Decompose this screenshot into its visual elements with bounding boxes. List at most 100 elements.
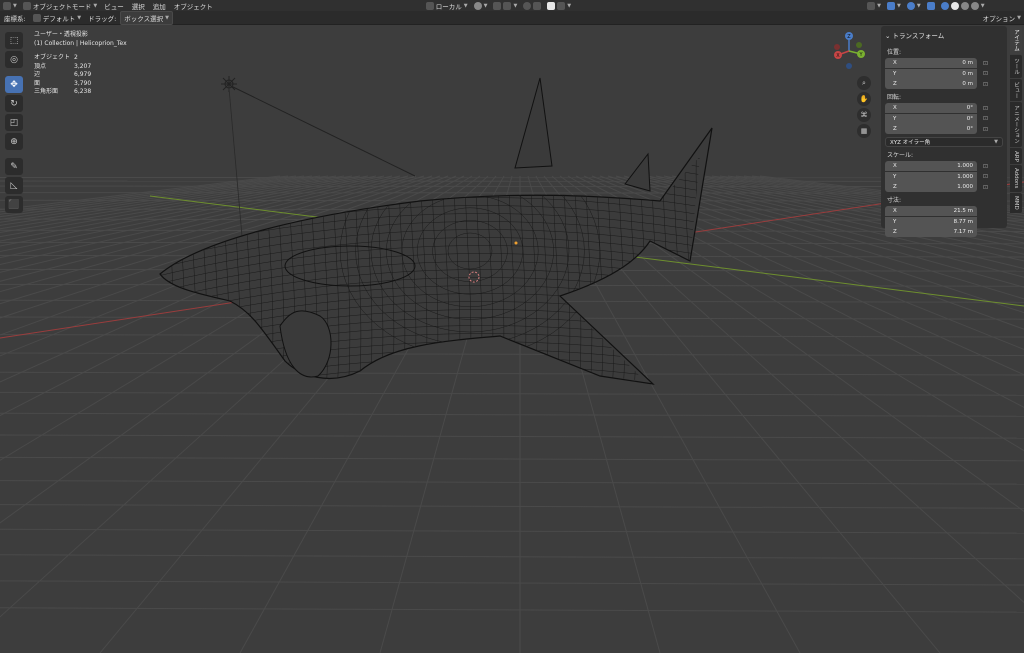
location-z-field[interactable]: Z 0 m xyxy=(885,79,977,89)
navigation-gizmo[interactable]: Z Y X xyxy=(828,30,870,72)
viewport-info-overlay: ユーザー・透視投影 (1) Collection | Helicoprion_T… xyxy=(34,30,127,97)
field-value: 0° xyxy=(966,105,973,111)
pan-button[interactable]: ✋ xyxy=(857,92,871,106)
chevron-down-icon: ▼ xyxy=(994,139,998,145)
editor-type-dropdown[interactable]: ▼ xyxy=(0,1,20,11)
visibility-dropdown[interactable]: ▼ xyxy=(864,1,884,11)
menu-select[interactable]: 選択 xyxy=(128,1,149,11)
rotation-mode-dropdown[interactable]: XYZ オイラー角 ▼ xyxy=(885,137,1003,147)
transform-tool[interactable]: ⊕ xyxy=(5,133,23,150)
dimensions-x-field[interactable]: X 21.5 m xyxy=(885,206,977,216)
add-cube-tool[interactable]: ⬛ xyxy=(5,196,23,213)
axis-label: Y xyxy=(893,173,897,180)
tab-item[interactable]: アイテム xyxy=(1010,26,1022,54)
camera-view-button[interactable]: ⌘ xyxy=(857,108,871,122)
overlay-toggle[interactable]: ▼ xyxy=(904,1,924,11)
tab-view[interactable]: ビュー xyxy=(1010,78,1022,101)
zoom-button[interactable]: ⌕ xyxy=(857,76,871,90)
tab-arp[interactable]: ARP xyxy=(1010,147,1022,165)
cube-add-icon: ⬛ xyxy=(8,199,20,210)
tab-mmd[interactable]: MMD xyxy=(1010,192,1022,213)
tab-tool[interactable]: ツール xyxy=(1010,55,1022,78)
lock-icon[interactable]: ⊡ xyxy=(983,184,993,191)
select-box-tool[interactable]: ⬚ xyxy=(5,32,23,49)
transform-orientation-dropdown[interactable]: ローカル ▼ xyxy=(423,0,471,12)
scale-y-field[interactable]: Y 1.000 xyxy=(885,171,977,182)
panel-title: トランスフォーム xyxy=(892,32,945,40)
scale-z-row: Z 1.000 ⊡ xyxy=(885,182,1003,192)
snap-grid-icon xyxy=(503,1,512,10)
gizmo-neg-y[interactable] xyxy=(856,42,862,48)
lock-icon[interactable]: ⊡ xyxy=(983,81,993,88)
shading-buttons[interactable]: ▼ xyxy=(938,1,988,11)
rotate-tool[interactable]: ↻ xyxy=(5,95,23,112)
rotation-mode-value: XYZ オイラー角 xyxy=(890,140,931,146)
rotation-y-field[interactable]: Y 0° xyxy=(885,113,977,124)
proportional-edit-toggle[interactable] xyxy=(520,1,544,11)
gizmo-neg-z[interactable] xyxy=(846,63,852,69)
snap-toggle[interactable]: ▼ xyxy=(490,1,520,11)
chevron-down-icon: ▼ xyxy=(567,2,572,9)
move-tool[interactable]: ✥ xyxy=(5,76,23,93)
gizmo-toggle[interactable]: ▼ xyxy=(884,1,904,11)
scale-x-field[interactable]: X 1.000 xyxy=(885,161,977,171)
xray-toggle[interactable] xyxy=(924,1,938,11)
chevron-down-icon: ▼ xyxy=(77,14,82,21)
tool-settings-bar: 座標系: デフォルト ▼ ドラッグ: ボックス選択 ▼ オプション ▼ xyxy=(0,10,1024,25)
shark-wireframe[interactable] xyxy=(150,77,720,438)
field-value: 0 m xyxy=(962,81,973,87)
ruler-icon: ◺ xyxy=(10,180,18,191)
menu-add[interactable]: 追加 xyxy=(149,1,170,11)
rotation-y-row: Y 0° ⊡ xyxy=(885,113,1003,124)
dimensions-y-field[interactable]: Y 8.77 m xyxy=(885,216,977,227)
gizmo-z-label: Z xyxy=(847,34,851,40)
lock-icon[interactable]: ⊡ xyxy=(983,115,993,122)
lock-icon[interactable]: ⊡ xyxy=(983,163,993,170)
tab-addons[interactable]: Addons xyxy=(1010,165,1022,192)
falloff-icon xyxy=(533,1,542,10)
toolbar-gap xyxy=(5,70,23,74)
lock-icon[interactable]: ⊡ xyxy=(983,105,993,112)
cursor-icon: ⬚ xyxy=(9,35,19,46)
stat-value: 2 xyxy=(74,54,78,61)
cursor-tool[interactable]: ◎ xyxy=(5,51,23,68)
axis-label: X xyxy=(893,208,897,214)
lock-icon[interactable]: ⊡ xyxy=(983,60,993,67)
stat-value: 6,238 xyxy=(74,88,92,95)
chevron-down-icon: ▼ xyxy=(877,2,882,9)
pivot-dropdown[interactable]: ▼ xyxy=(471,1,491,11)
location-y-field[interactable]: Y 0 m xyxy=(885,68,977,79)
playback-button[interactable]: ▼ xyxy=(544,1,574,11)
dimensions-y-row: Y 8.77 m xyxy=(885,216,1003,227)
gizmo-neg-x[interactable] xyxy=(834,44,840,50)
rotation-x-field[interactable]: X 0° xyxy=(885,103,977,113)
location-x-field[interactable]: X 0 m xyxy=(885,58,977,68)
mode-dropdown[interactable]: オブジェクトモード ▼ xyxy=(20,0,100,12)
perspective-toggle-button[interactable]: ▦ xyxy=(857,124,871,138)
dimensions-x-row: X 21.5 m xyxy=(885,206,1003,216)
panel-header[interactable]: ⌄ トランスフォーム xyxy=(885,28,1003,44)
field-value: 0 m xyxy=(962,60,973,66)
dimensions-z-field[interactable]: Z 7.17 m xyxy=(885,227,977,237)
measure-tool[interactable]: ◺ xyxy=(5,177,23,194)
lock-icon[interactable]: ⊡ xyxy=(983,126,993,133)
scale-tool[interactable]: ◰ xyxy=(5,114,23,131)
chevron-down-icon: ▼ xyxy=(980,2,985,9)
lock-icon[interactable]: ⊡ xyxy=(983,70,993,77)
rotation-z-row: Z 0° ⊡ xyxy=(885,124,1003,134)
orientation-label: ローカル xyxy=(435,2,462,11)
tab-animation[interactable]: アニメーション xyxy=(1010,102,1022,147)
menu-object[interactable]: オブジェクト xyxy=(170,1,217,11)
rotation-z-field[interactable]: Z 0° xyxy=(885,124,977,134)
lock-icon[interactable]: ⊡ xyxy=(983,173,993,180)
scale-z-field[interactable]: Z 1.000 xyxy=(885,182,977,192)
annotate-tool[interactable]: ✎ xyxy=(5,158,23,175)
menu-view[interactable]: ビュー xyxy=(100,1,128,11)
field-value: 8.77 m xyxy=(953,218,973,225)
view-name: ユーザー・透視投影 xyxy=(34,31,88,38)
options-dropdown[interactable]: オプション ▼ xyxy=(980,12,1024,24)
drag-dropdown[interactable]: ボックス選択 ▼ xyxy=(120,10,173,25)
coord-dropdown[interactable]: デフォルト ▼ xyxy=(30,12,84,24)
options-label: オプション xyxy=(982,14,1016,23)
transform-icon: ⊕ xyxy=(10,136,18,147)
